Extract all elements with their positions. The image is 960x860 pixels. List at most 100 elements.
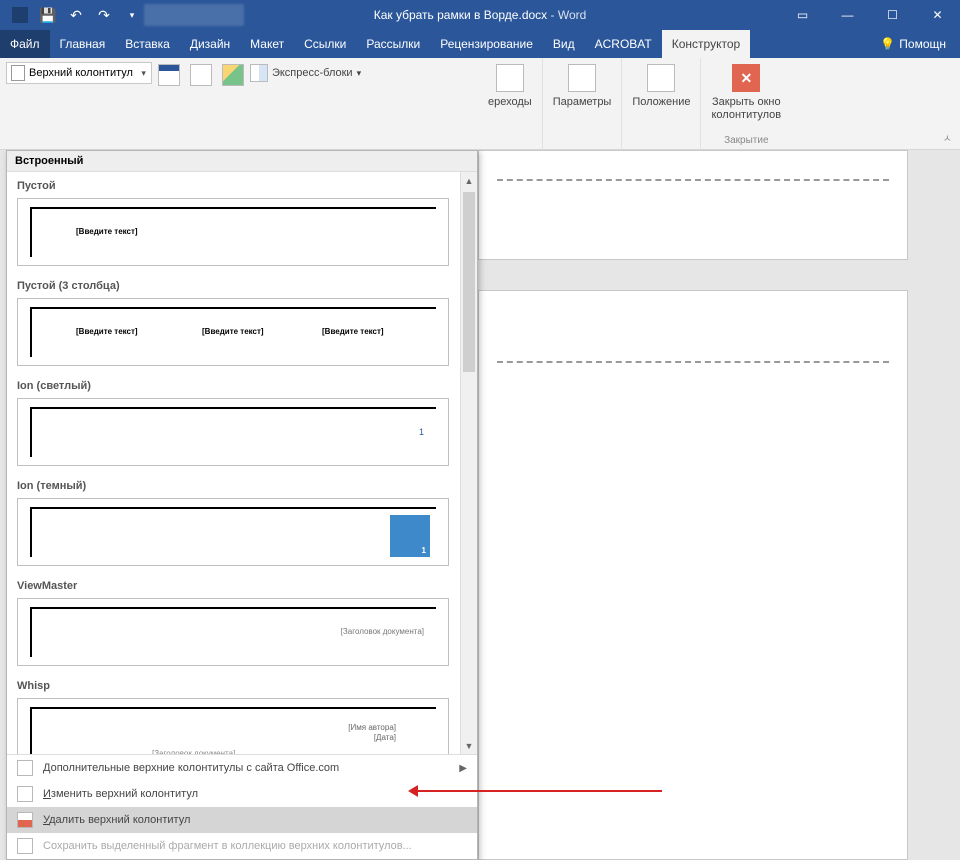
account-area[interactable] — [144, 4, 244, 26]
collapse-ribbon-icon[interactable]: ㅅ — [943, 130, 952, 145]
tab-file[interactable]: Файл — [0, 30, 50, 58]
group-position[interactable]: Положение — [622, 58, 701, 150]
close-icon[interactable]: ✕ — [915, 0, 960, 30]
word-icon[interactable] — [8, 3, 32, 27]
tab-mailings[interactable]: Рассылки — [356, 30, 430, 58]
group-transitions[interactable]: ереходы — [478, 58, 543, 150]
qa-customize-icon[interactable]: ▾ — [120, 3, 144, 27]
menu-remove-header[interactable]: Удалить верхний колонтитул — [7, 807, 477, 833]
group-params[interactable]: Параметры — [543, 58, 623, 150]
close-hf-icon: ✕ — [732, 64, 760, 92]
group-close-hf[interactable]: ✕ Закрыть окно колонтитулов Закрытие — [701, 58, 791, 150]
chevron-down-icon: ▾ — [357, 68, 362, 79]
preset-viewmaster[interactable]: [Заголовок документа] — [17, 598, 449, 666]
minimize-icon[interactable]: — — [825, 0, 870, 30]
placeholder-text: [Введите текст] — [322, 327, 384, 336]
close-hf-label2: колонтитулов — [711, 109, 781, 122]
annotation-arrow — [412, 790, 662, 792]
scroll-down-icon[interactable]: ▼ — [461, 737, 477, 754]
tab-home[interactable]: Главная — [50, 30, 116, 58]
preset-empty3-label: Пустой (3 столбца) — [7, 272, 459, 296]
tab-view[interactable]: Вид — [543, 30, 585, 58]
header-dropdown-label: Верхний колонтитул — [29, 67, 133, 79]
ion-dark-block: 1 — [390, 515, 430, 557]
preset-empty-label: Пустой — [7, 172, 459, 196]
preset-ion-light-label: Ion (светлый) — [7, 372, 459, 396]
preset-ion-dark[interactable]: 1 — [17, 498, 449, 566]
close-hf-label1: Закрыть окно — [712, 96, 781, 109]
lightbulb-icon: 💡 — [880, 37, 895, 51]
quick-parts-label: Экспресс-блоки — [272, 67, 353, 79]
menu-save-label: Сохранить выделенный фрагмент в коллекци… — [43, 840, 412, 852]
ribbon-options-icon[interactable]: ▭ — [780, 0, 825, 30]
quick-parts[interactable]: Экспресс-блоки ▾ — [250, 62, 361, 82]
picture-icon[interactable] — [222, 64, 244, 86]
placeholder-date: [Дата] — [348, 733, 396, 743]
preset-whisp-label: Whisp — [7, 672, 459, 696]
document-area — [478, 150, 908, 860]
preset-ion-light[interactable]: 1 — [17, 398, 449, 466]
window-controls: ▭ — ☐ ✕ — [780, 0, 960, 30]
window-title: Как убрать рамки в Ворде.docx - Word — [374, 8, 587, 22]
placeholder-doc-title: [Заголовок документа] — [152, 749, 235, 754]
quick-access: 💾 ↶ ↷ ▾ — [0, 3, 144, 27]
tab-review[interactable]: Рецензирование — [430, 30, 543, 58]
remove-icon — [17, 812, 33, 828]
transitions-icon — [496, 64, 524, 92]
document-name: Как убрать рамки в Ворде.docx — [374, 8, 547, 22]
tab-insert[interactable]: Вставка — [115, 30, 180, 58]
ribbon-right: ереходы Параметры Положение ✕ Закрыть ок… — [478, 58, 791, 149]
tab-layout[interactable]: Макет — [240, 30, 294, 58]
document-info-icon[interactable] — [190, 64, 212, 86]
document-page-2[interactable] — [478, 290, 908, 860]
preset-empty3[interactable]: [Введите текст] [Введите текст] [Введите… — [17, 298, 449, 366]
position-icon — [647, 64, 675, 92]
tab-references[interactable]: Ссылки — [294, 30, 356, 58]
gallery-menu: Дополнительные верхние колонтитулы с сай… — [7, 754, 477, 859]
placeholder-text: [Введите текст] — [76, 227, 138, 236]
app-suffix: - Word — [547, 8, 586, 22]
transitions-label: ереходы — [488, 96, 532, 109]
tab-acrobat[interactable]: ACROBAT — [585, 30, 662, 58]
title-bar: 💾 ↶ ↷ ▾ Как убрать рамки в Ворде.docx - … — [0, 0, 960, 30]
date-time-icon[interactable] — [158, 64, 180, 86]
gallery-scrollbar[interactable]: ▲ ▼ — [460, 172, 477, 754]
scrollbar-thumb[interactable] — [463, 192, 475, 372]
quick-parts-icon — [250, 64, 268, 82]
tab-designer[interactable]: Конструктор — [662, 30, 750, 58]
help-label: Помощн — [899, 37, 946, 51]
workspace: Встроенный Пустой [Введите текст] Пустой… — [0, 150, 960, 860]
placeholder-doc-title: [Заголовок документа] — [341, 627, 424, 636]
placeholder-text: [Введите текст] — [76, 327, 138, 336]
header-gallery: Встроенный Пустой [Введите текст] Пустой… — [6, 150, 478, 860]
params-label: Параметры — [553, 96, 612, 109]
ribbon-tabs: Файл Главная Вставка Дизайн Макет Ссылки… — [0, 30, 960, 58]
scroll-up-icon[interactable]: ▲ — [461, 172, 477, 189]
document-page-1[interactable] — [478, 150, 908, 260]
page-number: 1 — [419, 427, 424, 437]
preset-viewmaster-label: ViewMaster — [7, 572, 459, 596]
placeholder-author-date: [Имя автора] [Дата] — [348, 723, 396, 742]
chevron-right-icon: ▶ — [459, 763, 467, 774]
menu-save-selection: Сохранить выделенный фрагмент в коллекци… — [7, 833, 477, 859]
menu-edit-label: Изменить верхний колонтитул — [43, 788, 198, 800]
header-boundary-dashed — [497, 179, 889, 181]
gallery-scroll-area: Пустой [Введите текст] Пустой (3 столбца… — [7, 172, 477, 754]
redo-icon[interactable]: ↷ — [92, 3, 116, 27]
preset-whisp[interactable]: [Имя автора] [Дата] [Заголовок документа… — [17, 698, 449, 754]
menu-more-office[interactable]: Дополнительные верхние колонтитулы с сай… — [7, 755, 477, 781]
maximize-icon[interactable]: ☐ — [870, 0, 915, 30]
page-number: 1 — [422, 546, 426, 555]
tab-design[interactable]: Дизайн — [180, 30, 240, 58]
preset-empty[interactable]: [Введите текст] — [17, 198, 449, 266]
undo-icon[interactable]: ↶ — [64, 3, 88, 27]
header-dropdown[interactable]: Верхний колонтитул — [6, 62, 152, 84]
tell-me[interactable]: 💡 Помощн — [866, 30, 960, 58]
placeholder-author: [Имя автора] — [348, 723, 396, 733]
gallery-content: Пустой [Введите текст] Пустой (3 столбца… — [7, 172, 477, 754]
save-icon[interactable]: 💾 — [36, 3, 60, 27]
menu-remove-label: Удалить верхний колонтитул — [43, 814, 190, 826]
closing-group-label: Закрытие — [724, 135, 768, 146]
office-icon — [17, 760, 33, 776]
ribbon: Верхний колонтитул Экспресс-блоки ▾ ерех… — [0, 58, 960, 150]
